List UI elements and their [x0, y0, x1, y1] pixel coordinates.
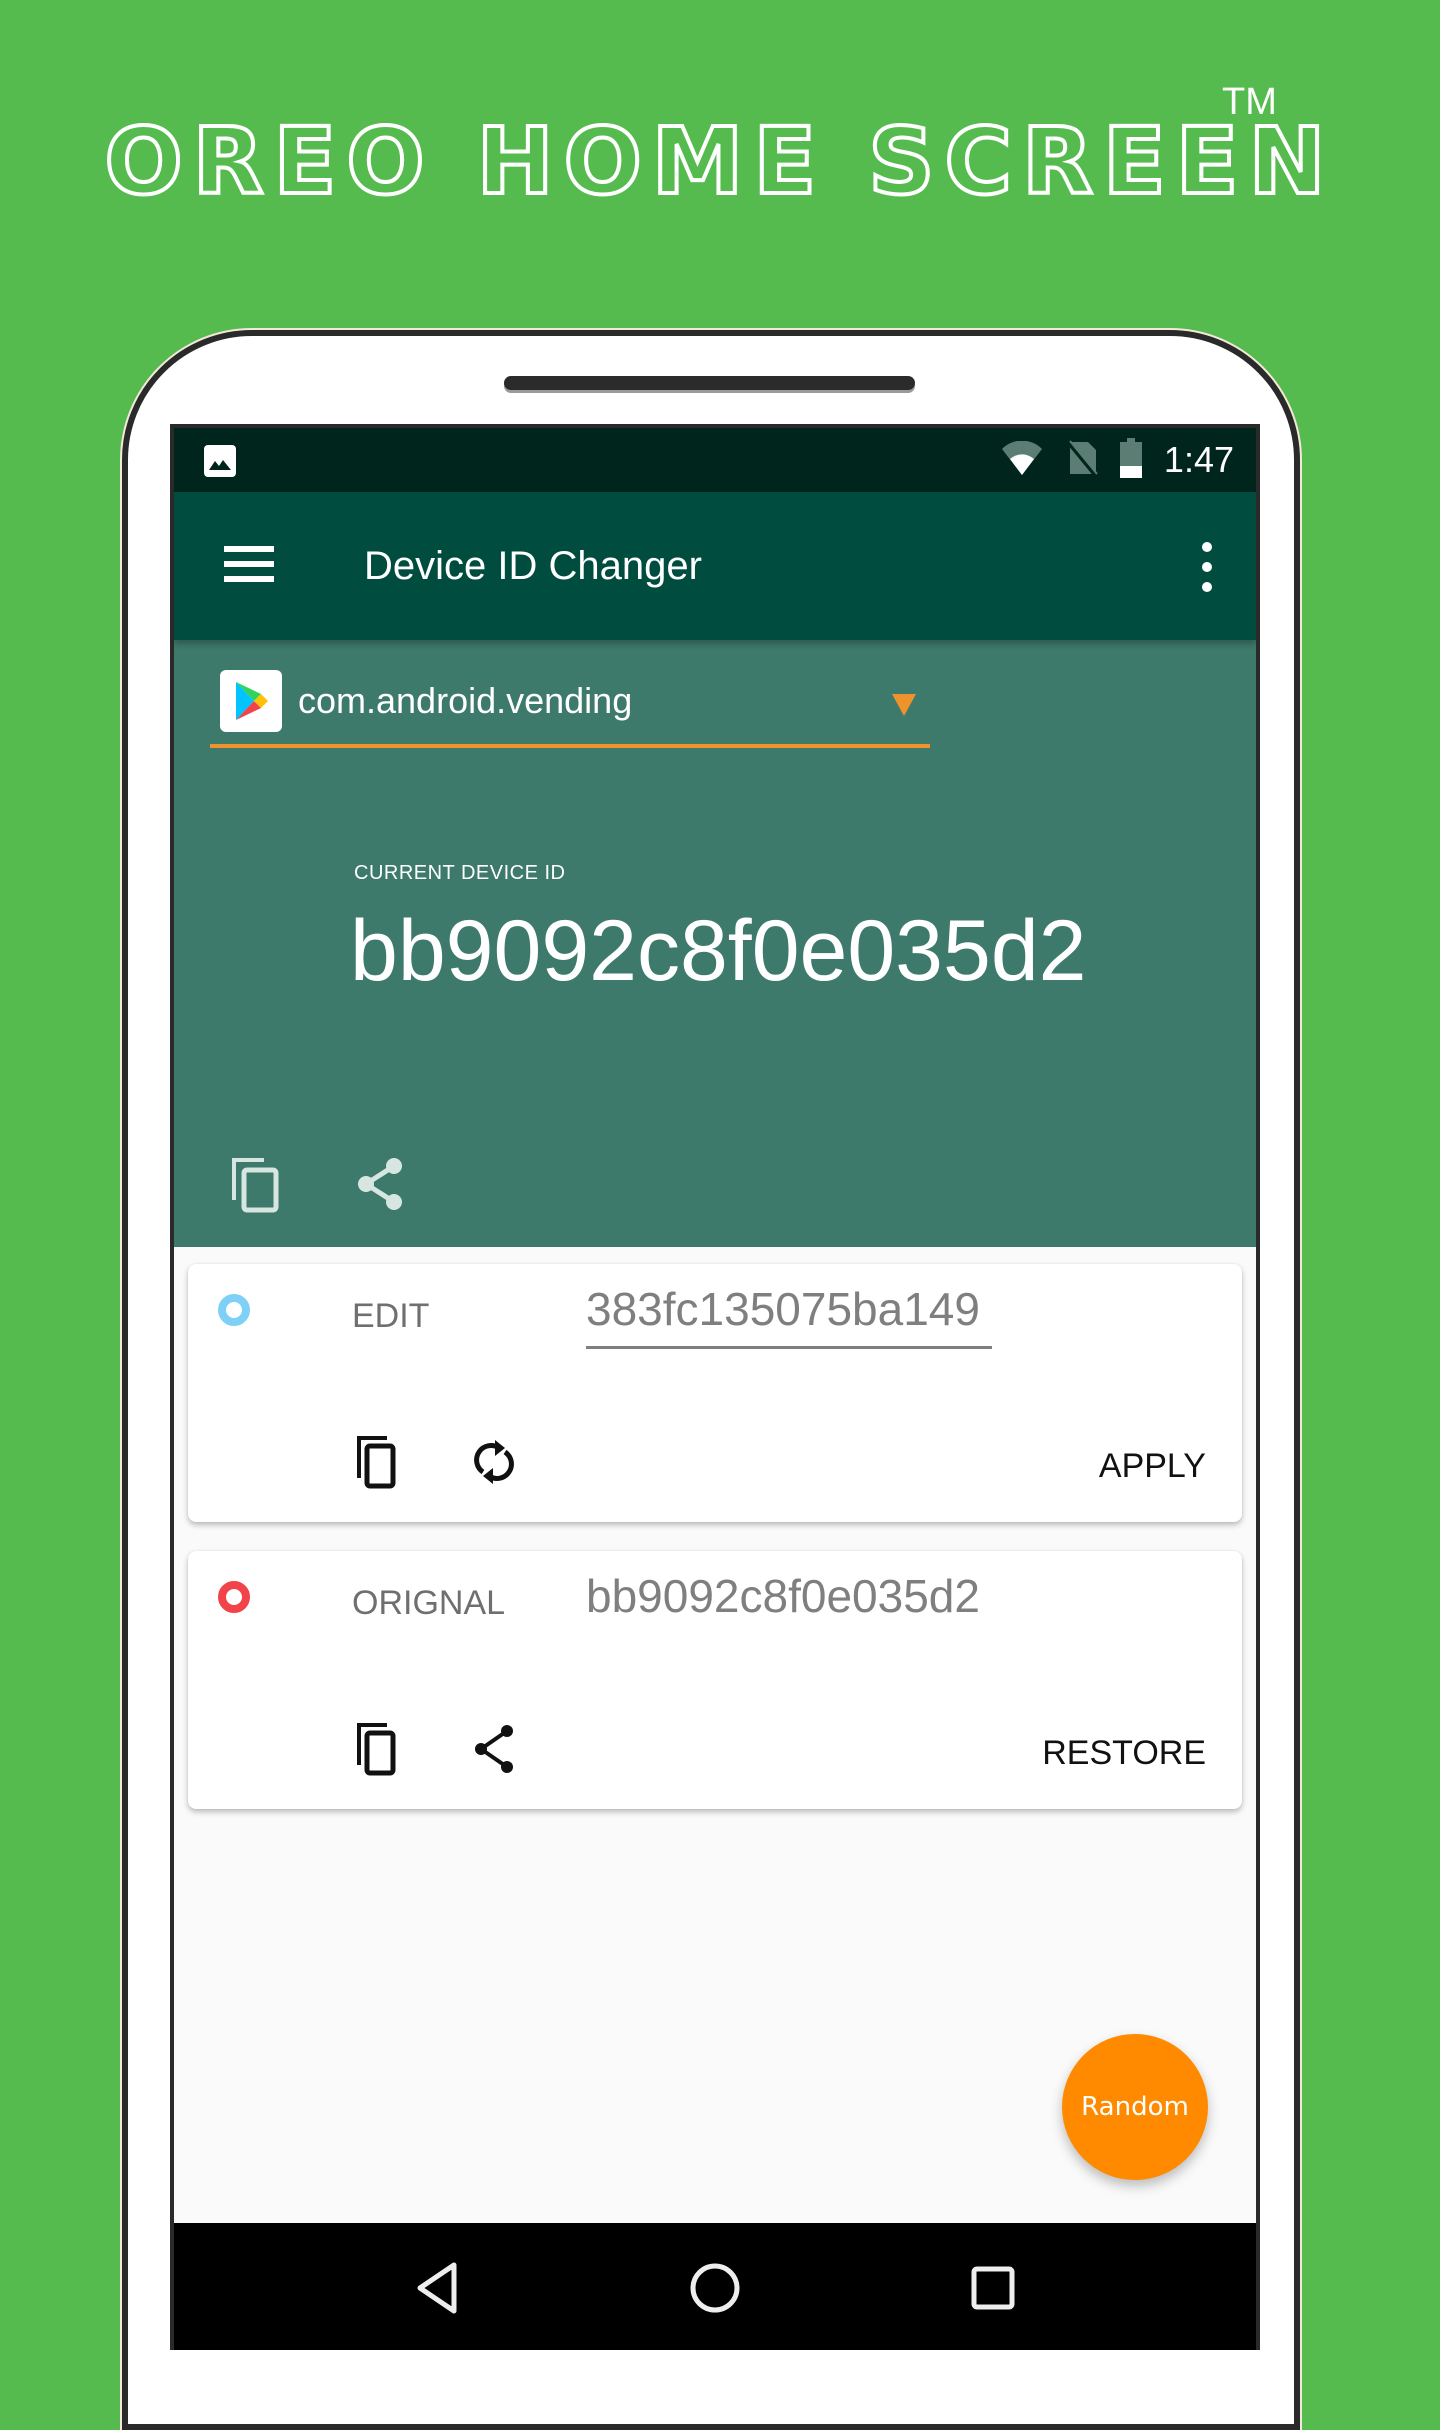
status-bar: 1:47: [174, 428, 1256, 492]
current-device-id-value: bb9092c8f0e035d2: [350, 903, 1087, 999]
status-time: 1:47: [1163, 439, 1234, 480]
back-icon[interactable]: [404, 2253, 474, 2323]
original-label: ORIGNAL: [352, 1584, 506, 1622]
current-id-banner: com.android.vending CURRENT DEVICE ID bb…: [174, 640, 1256, 1247]
copy-icon[interactable]: [348, 1717, 412, 1781]
hamburger-menu-icon[interactable]: [224, 546, 274, 582]
app-package-dropdown[interactable]: com.android.vending: [210, 660, 930, 748]
google-play-icon: [220, 670, 282, 732]
trademark-mark: TM: [1222, 81, 1277, 123]
home-icon[interactable]: [680, 2253, 750, 2323]
original-radio[interactable]: [218, 1581, 250, 1613]
battery-icon: [1119, 437, 1142, 483]
app-title: Device ID Changer: [364, 544, 702, 588]
share-icon[interactable]: [462, 1717, 526, 1781]
restore-button[interactable]: RESTORE: [1042, 1731, 1206, 1775]
edit-label: EDIT: [352, 1297, 430, 1335]
phone-screen: 1:47 Device ID Changer com.android.vendi…: [170, 424, 1260, 2350]
current-device-id-label: CURRENT DEVICE ID: [354, 862, 566, 884]
dropdown-arrow-icon: [892, 694, 916, 716]
original-device-id-value: bb9092c8f0e035d2: [586, 1570, 980, 1622]
copy-icon[interactable]: [224, 1152, 288, 1216]
no-sim-icon: [1066, 439, 1098, 481]
apply-button[interactable]: APPLY: [1099, 1444, 1206, 1488]
promo-title: OREO HOME SCREEN: [102, 108, 1336, 215]
original-card: ORIGNAL bb9092c8f0e035d2 RESTORE: [188, 1551, 1242, 1809]
random-fab[interactable]: Random: [1062, 2034, 1208, 2180]
selected-package: com.android.vending: [298, 680, 633, 721]
edit-device-id-input[interactable]: [586, 1278, 992, 1349]
refresh-icon[interactable]: [462, 1430, 526, 1494]
copy-icon[interactable]: [348, 1430, 412, 1494]
recents-icon[interactable]: [958, 2253, 1028, 2323]
edit-card: EDIT APPLY: [188, 1264, 1242, 1522]
share-icon[interactable]: [348, 1152, 412, 1216]
wifi-icon: [1000, 440, 1044, 480]
navigation-bar: [174, 2223, 1256, 2350]
edit-radio[interactable]: [218, 1294, 250, 1326]
app-bar: Device ID Changer: [174, 492, 1256, 640]
phone-speaker: [504, 376, 915, 390]
more-vert-icon[interactable]: [1196, 542, 1216, 592]
image-notification-icon: [204, 445, 236, 477]
